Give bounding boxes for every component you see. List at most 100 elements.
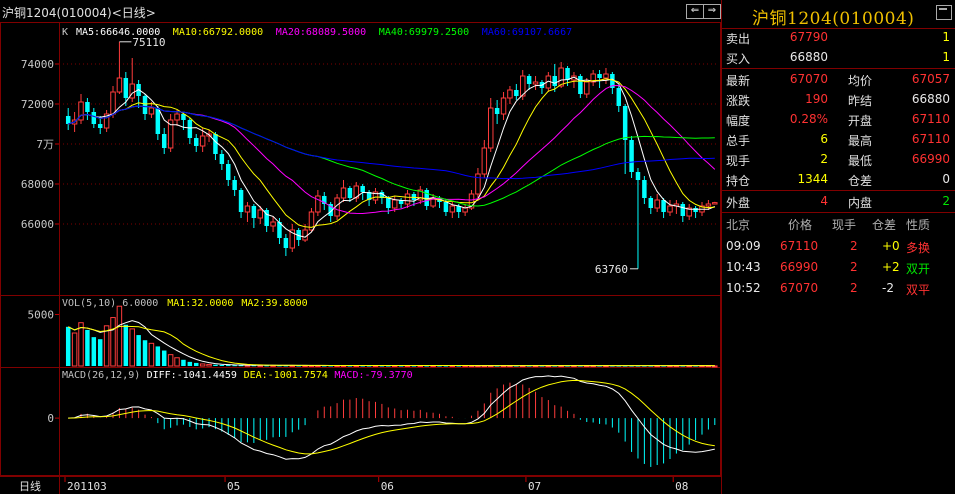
- candle-body: [226, 164, 231, 180]
- y-tick-label: 74000: [21, 58, 54, 71]
- annotation-low: 63760: [595, 263, 628, 276]
- chart-title-bar: 沪铜1204(010004)<日线> ⇐ ⇒: [0, 0, 721, 23]
- trade-oi: +2: [882, 260, 900, 274]
- candle-body: [193, 138, 199, 146]
- legend-ma: MA10:66792.0000: [173, 27, 263, 38]
- vol-tick-label: 5000: [28, 308, 55, 321]
- trade-oi: -2: [882, 281, 894, 295]
- trade-price: 67070: [780, 281, 819, 295]
- candle-body: [462, 207, 468, 213]
- chart-title: 沪铜1204(010004)<日线>: [2, 6, 156, 20]
- quote-label: 均价: [848, 74, 873, 88]
- candle-body: [340, 187, 347, 199]
- annotation-high: 75110: [132, 36, 165, 49]
- quote-value: 1: [942, 30, 950, 44]
- candle-body: [635, 172, 641, 180]
- vol-legend: MA1:32.0000: [167, 298, 233, 309]
- candle-body: [232, 180, 237, 190]
- quote-row: 最新 67070 均价 67057: [722, 70, 955, 89]
- candle-body: [386, 198, 391, 208]
- candle-body: [199, 135, 206, 147]
- window-icon[interactable]: [936, 5, 952, 20]
- volume-bar: [199, 363, 206, 367]
- candle-body: [187, 120, 193, 138]
- candle-body: [532, 81, 539, 85]
- quote-label: 最新: [726, 74, 751, 88]
- volume-bar: [193, 362, 199, 366]
- volume-bar: [97, 339, 103, 366]
- quote-value: 67110: [911, 132, 950, 146]
- quote-label: 外盘: [726, 196, 751, 210]
- kline-chart[interactable]: 74000720007万6800066000K MA5:66646.0000 MA1…: [0, 22, 721, 494]
- trades-header-cell: 现手: [832, 218, 857, 232]
- quote-panel-header: 沪铜1204(010004): [722, 0, 955, 29]
- candle-body: [174, 113, 180, 121]
- volume-bar: [187, 361, 193, 366]
- next-arrow-icon[interactable]: ⇒: [703, 4, 721, 19]
- macd-line: [68, 379, 715, 455]
- volume-bar: [181, 359, 186, 366]
- trade-row: 10:43 66990 2 +2 双开: [722, 258, 955, 278]
- trades-header-cell: 价格: [788, 218, 813, 232]
- candle-body: [526, 76, 532, 84]
- candle-body: [667, 205, 673, 213]
- candle-body: [391, 199, 398, 209]
- x-axis-title: 日线: [19, 479, 41, 493]
- candle-body: [123, 78, 129, 98]
- prev-arrow-icon[interactable]: ⇐: [686, 4, 704, 19]
- quote-label: 最低: [848, 154, 873, 168]
- candle-body: [514, 90, 519, 96]
- volume-bar: [78, 322, 84, 367]
- trade-nature: 双平: [906, 283, 931, 297]
- trade-time: 10:43: [726, 260, 761, 274]
- candle-body: [110, 91, 116, 115]
- trade-nature: 多换: [906, 241, 931, 255]
- quote-label: 仓差: [848, 174, 873, 188]
- macd-line: [68, 375, 715, 460]
- candle-body: [302, 229, 308, 241]
- quote-label: 买入: [726, 52, 751, 66]
- volume-bar: [148, 342, 155, 367]
- quote-label: 卖出: [726, 32, 751, 46]
- candle-body: [161, 134, 167, 148]
- candle-body: [443, 202, 449, 212]
- quote-value: 1: [942, 50, 950, 64]
- candle-body: [65, 116, 71, 124]
- divider: [722, 68, 955, 69]
- candle-body: [155, 108, 161, 134]
- volume-bar: [213, 364, 218, 366]
- quote-label: 最高: [848, 134, 873, 148]
- volume-bar: [226, 365, 231, 367]
- candle-body: [500, 97, 507, 115]
- candle-body: [565, 68, 570, 80]
- candle-body: [642, 180, 647, 198]
- macd-legend: MACD:-79.3770: [334, 370, 412, 381]
- candle-body: [693, 208, 698, 212]
- candle-body: [654, 199, 660, 209]
- quote-row: 总手 6 最高 67110: [722, 130, 955, 149]
- legend-ma: MA40:69979.2500: [379, 27, 469, 38]
- x-tick-label: 05: [227, 480, 240, 493]
- quote-value: 67110: [911, 112, 950, 126]
- candle-body: [219, 154, 225, 164]
- quote-value: 4: [820, 194, 828, 208]
- volume-bar: [167, 354, 174, 367]
- quote-label: 现手: [726, 154, 751, 168]
- legend-k: K: [62, 27, 68, 38]
- quote-row: 外盘 4 内盘 2: [722, 192, 955, 211]
- candle-body: [648, 198, 654, 208]
- quote-value: 2: [942, 194, 950, 208]
- x-tick-label: 201103: [67, 480, 107, 493]
- candle-body: [142, 96, 148, 114]
- quote-row: 幅度 0.28% 开盘 67110: [722, 110, 955, 129]
- trade-nature: 双开: [906, 262, 931, 276]
- quote-row: 现手 2 最低 66990: [722, 150, 955, 169]
- trade-row: 09:09 67110 2 +0 多换: [722, 237, 955, 257]
- volume-bar: [136, 335, 141, 366]
- candle-body: [487, 107, 494, 149]
- candle-body: [558, 67, 564, 87]
- x-tick-label: 07: [528, 480, 541, 493]
- quote-value: 6: [820, 132, 828, 146]
- macd-tick-label: 0: [47, 412, 54, 425]
- quote-value: 1344: [797, 172, 828, 186]
